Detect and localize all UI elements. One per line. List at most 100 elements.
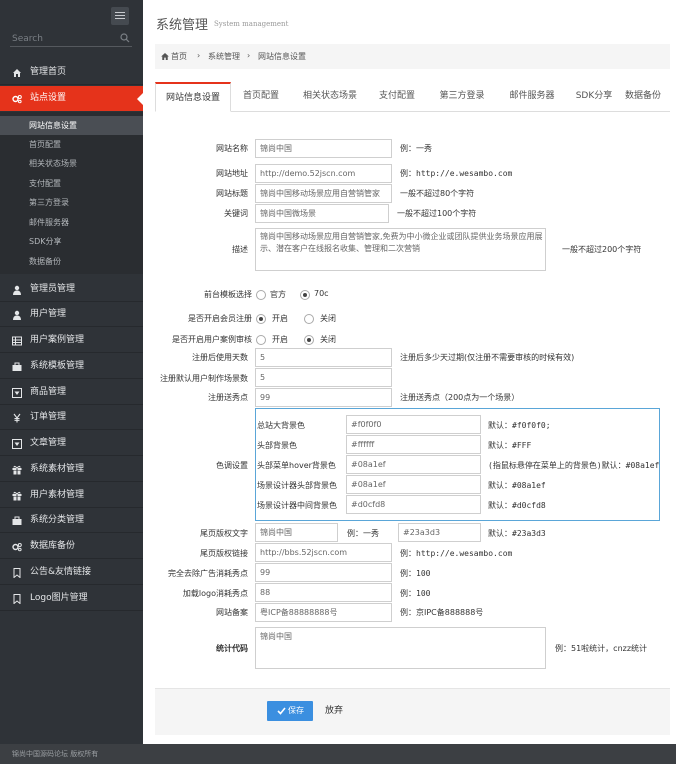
gift-points-label: 注册送秀点 bbox=[208, 393, 248, 402]
nav-item-admin[interactable]: 管理员管理 bbox=[0, 277, 143, 302]
header-bg-color-input[interactable]: #ffffff bbox=[346, 435, 481, 454]
footer-bar: 锦尚中国源码论坛 版权所有 bbox=[0, 744, 676, 764]
site-title-hint: 一般不超过80个字符 bbox=[400, 189, 475, 198]
sidebar: 管理首页 站点设置 网站信息设置 首页配置 相关状态场景 支付配置 第三方登录 … bbox=[0, 0, 143, 764]
tab-home-config[interactable]: 首页配置 bbox=[235, 82, 287, 112]
expire-days-label: 注册后使用天数 bbox=[192, 353, 248, 362]
color-row-label: 总站大背景色 bbox=[257, 421, 305, 430]
site-url-hint: 例：http://e.wesambo.com bbox=[400, 169, 513, 178]
cancel-button[interactable]: 放弃 bbox=[325, 701, 343, 721]
nav-item-logo-images[interactable]: Logo图片管理 bbox=[0, 586, 143, 611]
gift-icon bbox=[12, 465, 22, 475]
gift-points-input[interactable]: 99 bbox=[255, 388, 392, 407]
color-row-label: 场景设计器头部背景色 bbox=[257, 481, 337, 490]
nav-item-user-cases[interactable]: 用户案例管理 bbox=[0, 328, 143, 353]
nav-label: 系统分类管理 bbox=[30, 515, 85, 525]
template-option-official: 官方 bbox=[270, 290, 286, 299]
designer-header-color-input[interactable]: #08a1ef bbox=[346, 475, 481, 494]
submenu-item-payment[interactable]: 支付配置 bbox=[0, 174, 143, 193]
copyright-text-label: 尾页版权文字 bbox=[200, 529, 248, 538]
yen-icon bbox=[13, 413, 21, 423]
search-input[interactable] bbox=[12, 32, 112, 46]
keywords-input[interactable]: 锦尚中国微场景 bbox=[255, 204, 389, 223]
submenu-item-scene-status[interactable]: 相关状态场景 bbox=[0, 154, 143, 173]
copyright-color-input[interactable]: #23a3d3 bbox=[398, 523, 481, 542]
nav-label: 公告&友情链接 bbox=[30, 567, 92, 577]
breadcrumb-separator: › bbox=[197, 51, 201, 60]
search-icon[interactable] bbox=[120, 33, 130, 43]
default-scenes-input[interactable]: 5 bbox=[255, 368, 392, 387]
case-review-on-label: 开启 bbox=[272, 335, 288, 344]
tab-payment[interactable]: 支付配置 bbox=[371, 82, 423, 112]
gift-icon bbox=[12, 491, 22, 501]
color-row-label: 头部背景色 bbox=[257, 441, 297, 450]
site-name-input[interactable]: 锦尚中国 bbox=[255, 139, 392, 158]
site-url-input[interactable]: http://demo.52jscn.com bbox=[255, 164, 392, 183]
submenu-item-data-backup[interactable]: 数据备份 bbox=[0, 252, 143, 271]
member-register-on-radio[interactable] bbox=[256, 314, 266, 324]
breadcrumb-system-link[interactable]: 系统管理 bbox=[208, 51, 240, 62]
icp-input[interactable]: 粤ICP备88888888号 bbox=[255, 603, 392, 622]
tab-mail-server[interactable]: 邮件服务器 bbox=[501, 82, 563, 112]
expire-days-input[interactable]: 5 bbox=[255, 348, 392, 367]
copyright-text-example: 例：一秀 bbox=[347, 529, 379, 538]
copyright-link-input[interactable]: http://bbs.52jscn.com bbox=[255, 543, 392, 562]
nav-label: 管理首页 bbox=[30, 67, 67, 77]
tab-site-info[interactable]: 网站信息设置 bbox=[155, 82, 231, 112]
tab-data-backup[interactable]: 数据备份 bbox=[625, 82, 670, 112]
template-option-70c: 70c bbox=[314, 289, 329, 298]
submenu-item-sdk-share[interactable]: SDK分享 bbox=[0, 232, 143, 251]
keywords-hint: 一般不超过100个字符 bbox=[397, 209, 477, 218]
nav-item-site-settings[interactable]: 站点设置 bbox=[0, 86, 143, 111]
case-review-on-radio[interactable] bbox=[256, 335, 266, 345]
nav-label: 管理员管理 bbox=[30, 284, 76, 294]
nav-item-templates[interactable]: 系统模板管理 bbox=[0, 354, 143, 379]
nav-item-home[interactable]: 管理首页 bbox=[0, 60, 143, 85]
copyright-text-input[interactable]: 锦尚中国 bbox=[255, 523, 338, 542]
nav-item-orders[interactable]: 订单管理 bbox=[0, 405, 143, 430]
briefcase-icon bbox=[12, 362, 22, 371]
logo-cost-input[interactable]: 88 bbox=[255, 583, 392, 602]
case-review-label: 是否开启用户案例审核 bbox=[172, 335, 252, 344]
nav-item-products[interactable]: 商品管理 bbox=[0, 380, 143, 405]
nav-item-announcements[interactable]: 公告&友情链接 bbox=[0, 560, 143, 585]
color-row-label: 头部菜单hover背景色 bbox=[257, 461, 336, 470]
template-radio-official[interactable] bbox=[256, 290, 266, 300]
submenu-item-home-config[interactable]: 首页配置 bbox=[0, 135, 143, 154]
cogs-icon bbox=[12, 543, 22, 552]
nav-item-categories[interactable]: 系统分类管理 bbox=[0, 508, 143, 533]
gift-points-hint: 注册送秀点（200点为一个场景） bbox=[400, 393, 520, 402]
nav-item-system-assets[interactable]: 系统素材管理 bbox=[0, 457, 143, 482]
submenu-item-site-info[interactable]: 网站信息设置 bbox=[0, 116, 143, 135]
save-button[interactable]: 保存 bbox=[267, 701, 313, 721]
member-register-off-radio[interactable] bbox=[304, 314, 314, 324]
breadcrumb-current: 网站信息设置 bbox=[258, 52, 306, 61]
nav-item-db-backup[interactable]: 数据库备份 bbox=[0, 534, 143, 559]
remove-ads-input[interactable]: 99 bbox=[255, 563, 392, 582]
nav-label: 站点设置 bbox=[30, 93, 67, 103]
submenu-item-mail-server[interactable]: 邮件服务器 bbox=[0, 213, 143, 232]
nav-item-users[interactable]: 用户管理 bbox=[0, 302, 143, 327]
tab-third-party-login[interactable]: 第三方登录 bbox=[431, 82, 493, 112]
tab-scene-status[interactable]: 相关状态场景 bbox=[295, 82, 365, 112]
site-title-input[interactable]: 锦尚中国移动场景应用自营销管家 bbox=[255, 184, 392, 203]
save-label: 保存 bbox=[288, 706, 304, 715]
site-bg-color-input[interactable]: #f0f0f0 bbox=[346, 415, 481, 434]
bookmark-icon bbox=[13, 594, 21, 604]
template-radio-70c[interactable] bbox=[300, 290, 310, 300]
nav-item-user-assets[interactable]: 用户素材管理 bbox=[0, 483, 143, 508]
menu-hover-color-input[interactable]: #08a1ef bbox=[346, 455, 481, 474]
case-review-off-radio[interactable] bbox=[304, 335, 314, 345]
submenu-item-third-party-login[interactable]: 第三方登录 bbox=[0, 193, 143, 212]
menu-toggle-button[interactable] bbox=[111, 7, 129, 25]
designer-middle-color-input[interactable]: #d0cfd8 bbox=[346, 495, 481, 514]
nav-item-articles[interactable]: 文章管理 bbox=[0, 431, 143, 456]
cogs-icon bbox=[12, 95, 22, 104]
description-textarea[interactable]: 锦尚中国移动场景应用自营销管家,免费为中小微企业或团队提供业务场景应用展示、潜在… bbox=[255, 228, 546, 271]
breadcrumb-home-link[interactable]: 首页 bbox=[171, 51, 187, 62]
remove-ads-hint: 例：100 bbox=[400, 569, 431, 578]
settings-tabs: 网站信息设置 首页配置 相关状态场景 支付配置 第三方登录 邮件服务器 SDK分… bbox=[155, 82, 670, 112]
tab-sdk-share[interactable]: SDK分享 bbox=[569, 82, 619, 112]
footer-copyright: 锦尚中国源码论坛 版权所有 bbox=[12, 750, 99, 758]
stats-code-textarea[interactable]: 锦尚中国 bbox=[255, 627, 546, 669]
